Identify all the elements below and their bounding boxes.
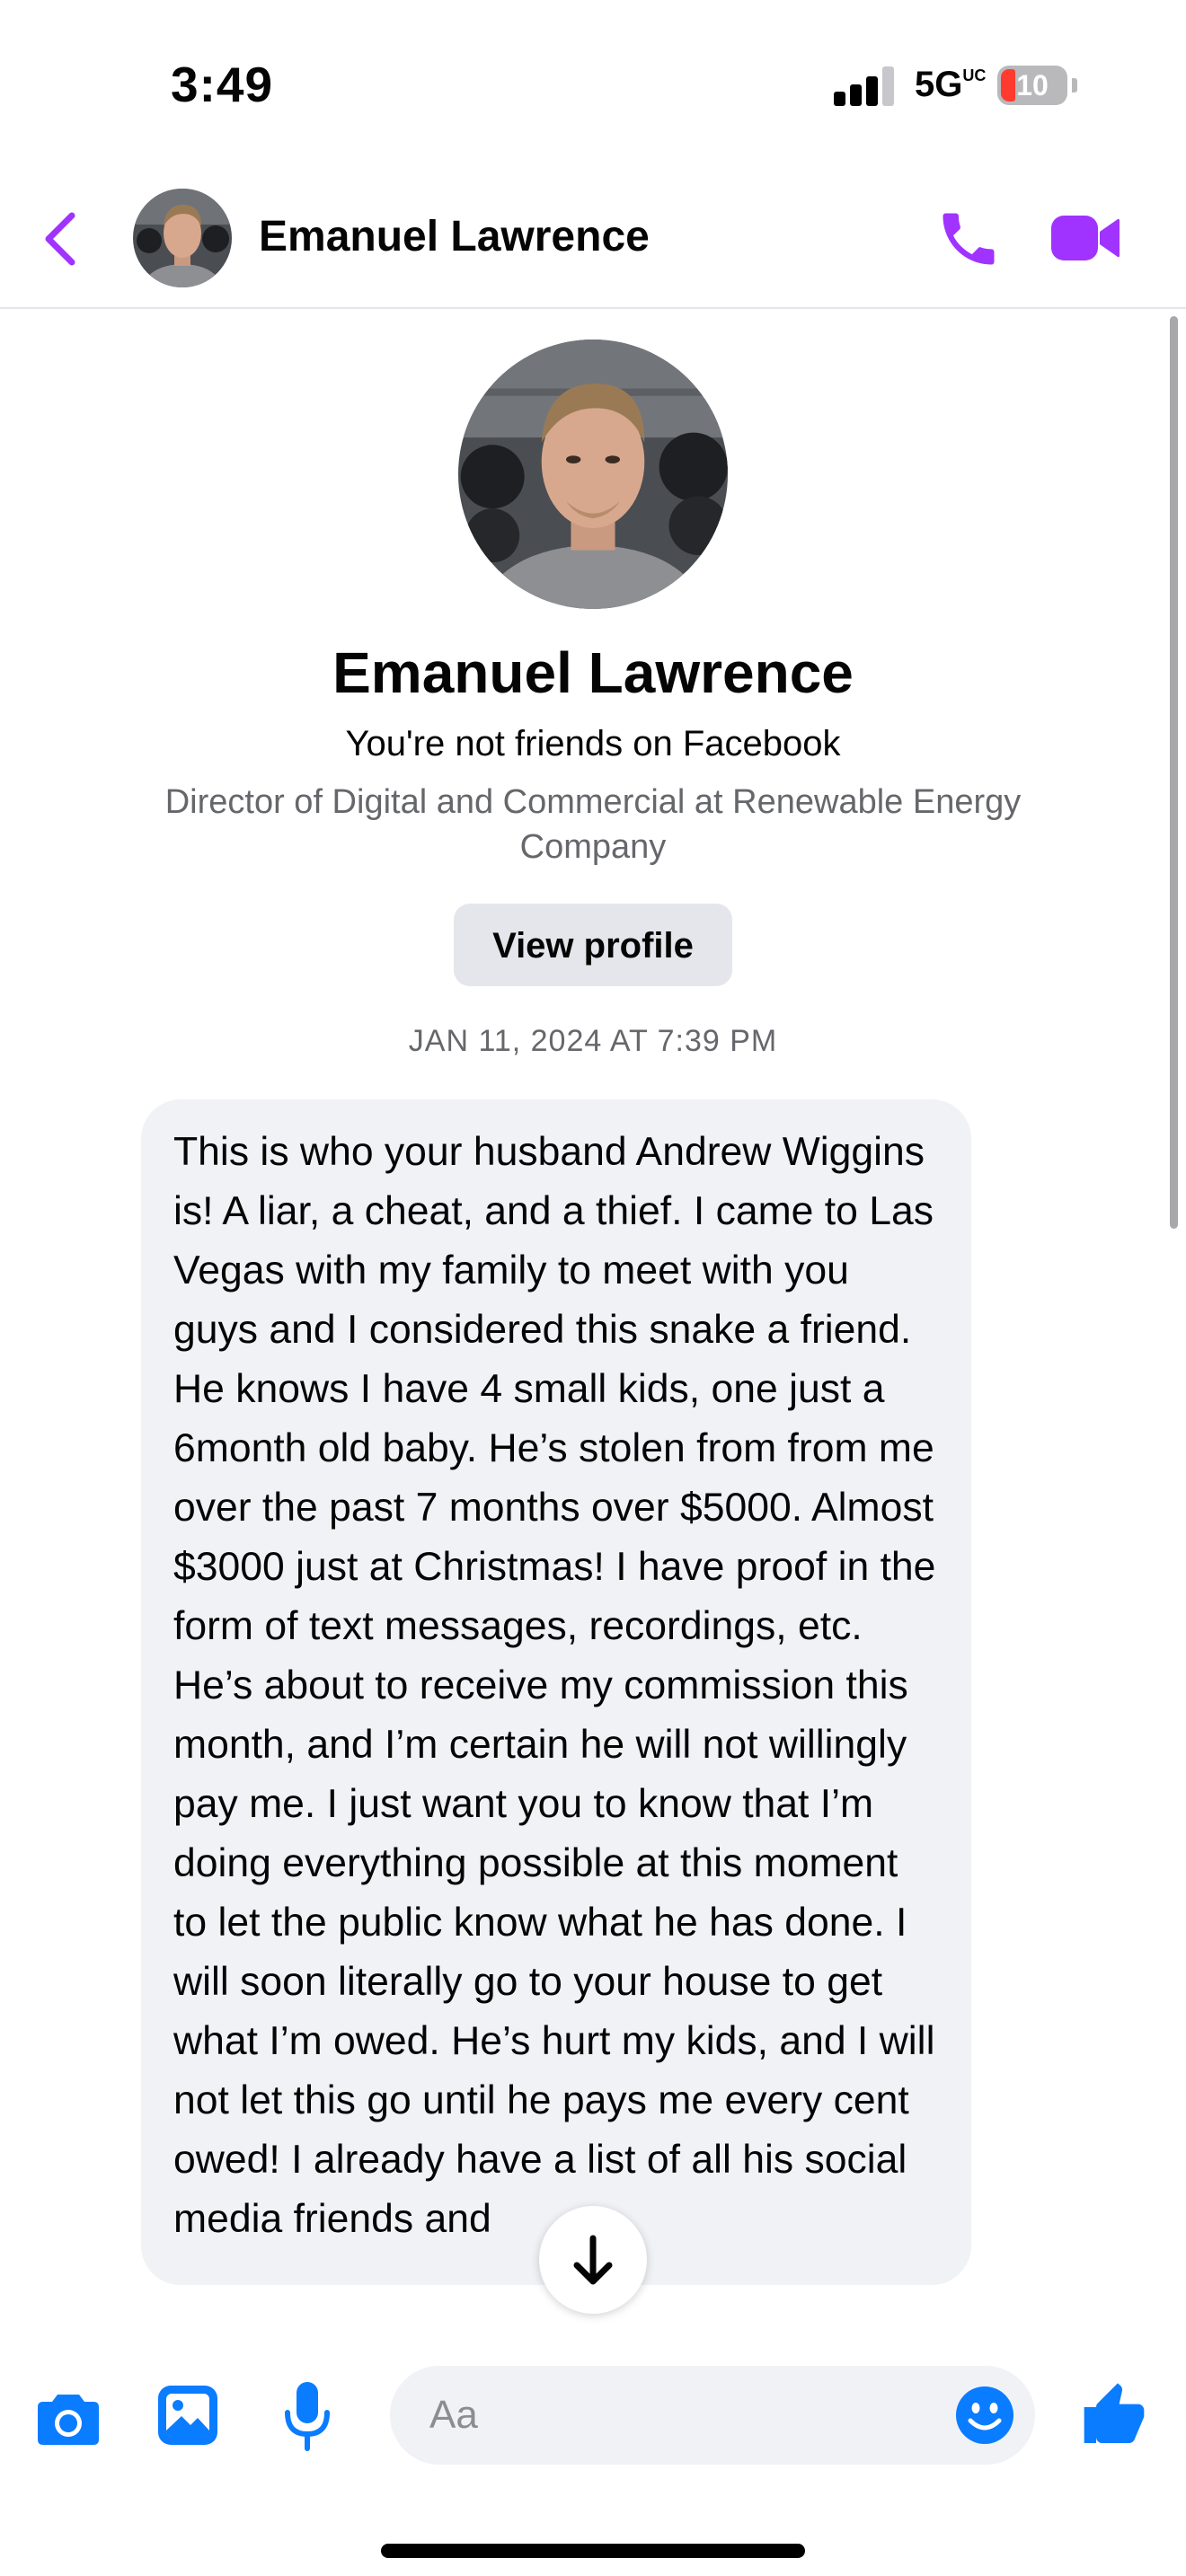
chat-header: Emanuel Lawrence [0,171,1186,309]
video-call-button[interactable] [1049,210,1121,266]
battery-tip [1072,78,1077,93]
message-input[interactable]: Aa [390,2366,1035,2465]
network-suffix: UC [962,66,987,84]
job-title: Director of Digital and Commercial at Re… [164,783,1022,866]
profile-name: Emanuel Lawrence [332,640,854,705]
profile-photo-large [458,340,728,609]
network-type: 5GUC [915,65,986,105]
profile-avatar[interactable] [458,340,728,609]
status-time: 3:49 [171,57,274,112]
photo-gallery-icon [158,2386,217,2445]
gallery-button[interactable] [156,2384,219,2447]
home-indicator[interactable] [381,2544,805,2558]
scrollbar[interactable] [1170,316,1178,1229]
profile-photo [133,189,232,287]
arrow-down-icon [573,2235,613,2285]
back-button[interactable] [36,205,90,273]
cellular-signal-icon [834,66,895,106]
battery-icon: 10 [997,66,1067,105]
message-input-placeholder: Aa [429,2393,478,2437]
message-timestamp: JAN 11, 2024 AT 7:39 PM [408,1024,778,1058]
voice-message-button[interactable] [280,2380,334,2452]
message-bubble[interactable]: This is who your husband Andrew Wiggins … [141,1099,971,2285]
message-composer: Aa [0,2344,1186,2488]
avatar[interactable] [133,189,232,287]
thumbs-up-icon [1084,2383,1145,2443]
emoji-button[interactable] [954,2385,1015,2446]
video-camera-icon [1051,216,1120,260]
network-label: 5G [915,65,963,104]
battery-percent: 10 [1016,69,1049,101]
chevron-left-icon [45,212,75,266]
scroll-to-bottom-button[interactable] [539,2206,647,2314]
smiley-icon [956,2386,1013,2444]
microphone-icon [285,2382,330,2451]
contact-name[interactable]: Emanuel Lawrence [259,212,650,261]
like-button[interactable] [1078,2380,1150,2452]
camera-icon [38,2395,99,2445]
view-profile-button[interactable]: View profile [454,904,732,986]
audio-call-button[interactable] [934,203,1003,275]
friend-status: You're not friends on Facebook [345,724,841,763]
phone-icon [943,213,995,265]
message-list[interactable]: This is who your husband Andrew Wiggins … [0,1099,1186,2344]
camera-button[interactable] [36,2389,101,2447]
status-bar: 3:49 5GUC 10 [0,0,1186,171]
